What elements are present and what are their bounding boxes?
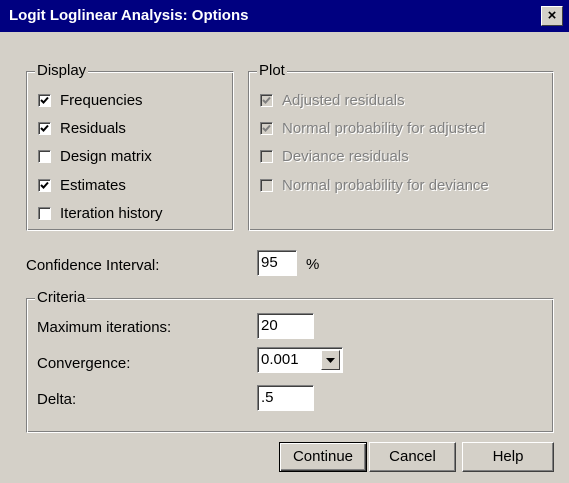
close-icon: × [547,7,557,24]
confidence-interval-input[interactable]: 95 [257,250,297,276]
convergence-select[interactable]: 0.001 [257,347,343,373]
cancel-button[interactable]: Cancel [369,442,456,472]
display-residuals-label: Residuals [60,120,126,137]
display-design-matrix-checkbox[interactable] [38,150,51,163]
max-iterations-value: 20 [261,317,278,334]
window-title: Logit Loglinear Analysis: Options [9,7,249,24]
dropdown-button[interactable] [321,350,340,370]
help-button[interactable]: Help [462,442,554,472]
plot-deviance-residuals-checkbox [260,150,273,163]
checkmark-icon [40,96,49,104]
display-design-matrix-label: Design matrix [60,148,152,165]
plot-normal-prob-deviance-label: Normal probability for deviance [282,177,489,194]
max-iterations-input[interactable]: 20 [257,313,314,339]
confidence-interval-value: 95 [261,254,278,271]
display-residuals-checkbox[interactable] [38,122,51,135]
plot-deviance-residuals-label: Deviance residuals [282,148,409,165]
delta-input[interactable]: .5 [257,385,314,411]
plot-group-label: Plot [257,62,287,80]
checkmark-icon [40,124,49,132]
close-button[interactable]: × [541,6,563,26]
plot-normal-prob-adjusted-label: Normal probability for adjusted [282,120,486,137]
checkmark-icon [262,124,271,132]
display-group-label: Display [35,62,89,80]
display-iteration-history-label: Iteration history [60,205,163,222]
display-frequencies-checkbox[interactable] [38,94,51,107]
display-iteration-history-checkbox[interactable] [38,207,51,220]
percent-unit: % [306,256,320,273]
criteria-group-label: Criteria [35,289,88,307]
chevron-down-icon [326,358,335,363]
plot-adjusted-residuals-label: Adjusted residuals [282,92,405,109]
delta-value: .5 [261,389,274,406]
confidence-interval-label: Confidence Interval: [26,257,160,274]
plot-adjusted-residuals-checkbox [260,94,273,107]
delta-label: Delta: [37,391,77,408]
convergence-label: Convergence: [37,355,131,372]
checkmark-icon [40,181,49,189]
convergence-value: 0.001 [261,351,299,368]
continue-button[interactable]: Continue [279,442,367,472]
title-bar: Logit Loglinear Analysis: Options × [0,0,569,32]
display-estimates-label: Estimates [60,177,126,194]
plot-normal-prob-deviance-checkbox [260,179,273,192]
display-frequencies-label: Frequencies [60,92,143,109]
checkmark-icon [262,96,271,104]
max-iterations-label: Maximum iterations: [37,319,172,336]
display-estimates-checkbox[interactable] [38,179,51,192]
plot-normal-prob-adjusted-checkbox [260,122,273,135]
